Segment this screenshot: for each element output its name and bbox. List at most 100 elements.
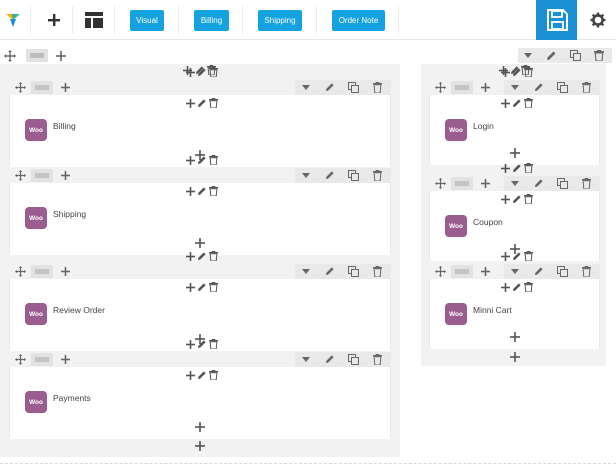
add-element-icon[interactable] — [501, 195, 510, 204]
add-element-icon[interactable] — [186, 99, 195, 108]
delete-row-icon[interactable] — [521, 65, 530, 75]
trash-icon[interactable] — [373, 354, 382, 365]
delete-row-icon[interactable] — [209, 251, 218, 261]
trash-icon[interactable] — [373, 266, 382, 277]
chevron-down-icon[interactable] — [302, 173, 310, 178]
column-layout-icon[interactable] — [451, 265, 473, 278]
inner-row-move-icon[interactable] — [15, 82, 26, 93]
edit-column-icon[interactable] — [512, 98, 522, 108]
edit-row-icon[interactable] — [197, 339, 207, 349]
chevron-down-icon[interactable] — [302, 269, 310, 274]
column-layout-icon[interactable] — [31, 81, 53, 94]
edit-icon[interactable] — [325, 82, 335, 92]
inner-row-move-icon[interactable] — [15, 354, 26, 365]
delete-column-icon[interactable] — [524, 98, 533, 108]
column-layout-icon[interactable] — [31, 265, 53, 278]
clone-icon[interactable] — [348, 170, 359, 181]
delete-column-icon[interactable] — [209, 98, 218, 108]
trash-icon[interactable] — [373, 82, 382, 93]
trash-icon[interactable] — [582, 178, 591, 189]
clone-icon[interactable] — [348, 266, 359, 277]
chevron-down-icon[interactable] — [302, 85, 310, 90]
edit-column-icon[interactable] — [197, 370, 207, 380]
edit-row-icon[interactable] — [197, 155, 207, 165]
trash-icon[interactable] — [582, 82, 591, 93]
edit-row-icon[interactable] — [195, 65, 205, 75]
clone-icon[interactable] — [557, 82, 568, 93]
delete-column-icon[interactable] — [209, 186, 218, 196]
edit-icon[interactable] — [325, 266, 335, 276]
add-element-icon[interactable] — [186, 252, 195, 261]
edit-column-icon[interactable] — [512, 194, 522, 204]
inner-row-move-icon[interactable] — [435, 266, 446, 277]
clone-icon[interactable] — [348, 354, 359, 365]
add-row-bottom-icon[interactable] — [510, 352, 520, 362]
clone-icon[interactable] — [557, 178, 568, 189]
delete-row-icon[interactable] — [524, 163, 533, 173]
edit-row-icon[interactable] — [512, 163, 522, 173]
add-element-bottom-icon[interactable] — [195, 422, 205, 432]
add-element-icon[interactable] — [186, 340, 195, 349]
edit-column-icon[interactable] — [197, 98, 207, 108]
column-layout-icon[interactable] — [451, 177, 473, 190]
edit-row-icon[interactable] — [512, 251, 522, 261]
delete-row-icon[interactable] — [209, 155, 218, 165]
column-layout-icon[interactable] — [451, 81, 473, 94]
delete-column-icon[interactable] — [209, 370, 218, 380]
edit-column-icon[interactable] — [512, 282, 522, 292]
add-column-icon[interactable] — [61, 171, 70, 180]
delete-column-icon[interactable] — [524, 194, 533, 204]
add-column-icon[interactable] — [481, 83, 490, 92]
delete-row-icon[interactable] — [209, 339, 218, 349]
add-element-icon[interactable] — [499, 66, 508, 75]
add-column-icon[interactable] — [61, 355, 70, 364]
inner-row-move-icon[interactable] — [435, 82, 446, 93]
delete-column-icon[interactable] — [209, 282, 218, 292]
add-column-icon[interactable] — [481, 267, 490, 276]
chevron-down-icon[interactable] — [511, 85, 519, 90]
add-element-bottom-icon[interactable] — [510, 148, 520, 158]
add-element-icon[interactable] — [501, 283, 510, 292]
edit-icon[interactable] — [534, 178, 544, 188]
clone-icon[interactable] — [348, 82, 359, 93]
edit-icon[interactable] — [534, 82, 544, 92]
add-column-icon[interactable] — [481, 179, 490, 188]
delete-row-icon[interactable] — [207, 65, 216, 75]
add-element-icon[interactable] — [183, 66, 192, 75]
delete-row-icon[interactable] — [524, 251, 533, 261]
edit-column-icon[interactable] — [197, 186, 207, 196]
add-element-icon[interactable] — [501, 252, 510, 261]
edit-icon[interactable] — [325, 354, 335, 364]
add-element-bottom-icon[interactable] — [195, 238, 205, 248]
inner-row-move-icon[interactable] — [15, 170, 26, 181]
add-element-icon[interactable] — [186, 156, 195, 165]
chevron-down-icon[interactable] — [511, 181, 519, 186]
column-layout-icon[interactable] — [31, 353, 53, 366]
chevron-down-icon[interactable] — [302, 357, 310, 362]
add-element-bottom-icon[interactable] — [510, 332, 520, 342]
add-row-bottom-icon[interactable] — [195, 441, 205, 451]
woo-badge: Woo — [25, 391, 47, 413]
inner-row-move-icon[interactable] — [435, 178, 446, 189]
add-column-icon[interactable] — [61, 83, 70, 92]
edit-column-icon[interactable] — [197, 282, 207, 292]
add-element-icon[interactable] — [501, 99, 510, 108]
add-column-icon[interactable] — [61, 267, 70, 276]
inner-row-move-icon[interactable] — [15, 266, 26, 277]
woo-badge: Woo — [25, 119, 47, 141]
trash-icon[interactable] — [373, 170, 382, 181]
add-element-icon[interactable] — [501, 164, 510, 173]
delete-column-icon[interactable] — [524, 282, 533, 292]
edit-icon[interactable] — [534, 266, 544, 276]
element-label: Billing — [53, 121, 76, 131]
edit-row-icon[interactable] — [510, 65, 520, 75]
chevron-down-icon[interactable] — [511, 269, 519, 274]
trash-icon[interactable] — [582, 266, 591, 277]
clone-icon[interactable] — [557, 266, 568, 277]
column-layout-icon[interactable] — [31, 169, 53, 182]
add-element-icon[interactable] — [186, 187, 195, 196]
add-element-icon[interactable] — [186, 371, 195, 380]
add-element-icon[interactable] — [186, 283, 195, 292]
edit-row-icon[interactable] — [197, 251, 207, 261]
edit-icon[interactable] — [325, 170, 335, 180]
